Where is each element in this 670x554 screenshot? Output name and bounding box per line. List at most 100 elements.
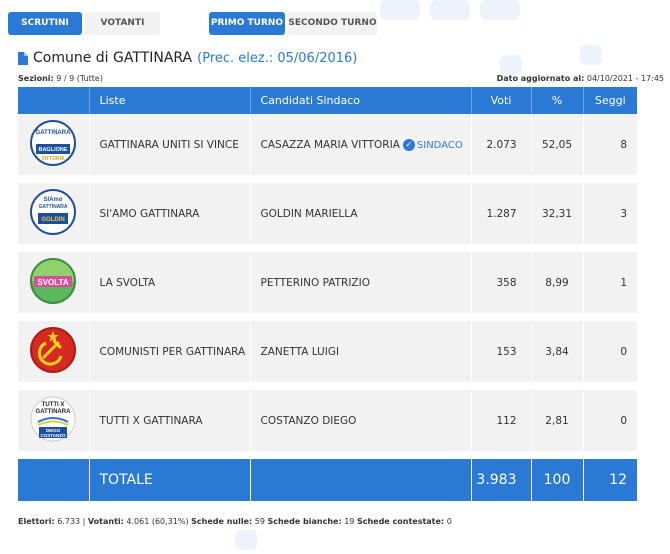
table-row: TUTTI X GATTINARA DIEGO COSTANZO TUTTI X… xyxy=(18,386,637,459)
list-name: LA SVOLTA xyxy=(89,248,251,321)
candidate-cell: ZANETTA LUIGI xyxy=(250,317,472,390)
svg-text:GATTINARA: GATTINARA xyxy=(36,409,72,415)
seats: 0 xyxy=(583,386,637,459)
la-svolta-logo: SVOLTA xyxy=(30,258,77,304)
votes: 1.287 xyxy=(471,179,532,252)
col-liste: Liste xyxy=(89,87,251,114)
list-logo-cell xyxy=(18,317,90,390)
update-info: Dato aggiornato al: 04/10/2021 - 17:45 xyxy=(497,74,664,83)
table-row: COMUNISTI PER GATTINARA ZANETTA LUIGI 15… xyxy=(18,317,637,390)
sections-label: Sezioni: xyxy=(18,74,54,83)
total-votes: 3.983 xyxy=(471,455,532,501)
total-empty-cell xyxy=(18,455,90,501)
percent: 32,31 xyxy=(531,179,584,252)
votes: 112 xyxy=(471,386,532,459)
tab-votanti[interactable]: VOTANTI xyxy=(85,12,160,35)
candidate-cell: PETTERINO PATRIZIO xyxy=(250,248,472,321)
contested-ballots-value: 0 xyxy=(446,517,452,526)
voters-label: Votanti: xyxy=(87,517,124,526)
document-icon xyxy=(18,51,28,65)
gattinara-uniti-logo: GATTINARA BAGLIONE VITTORIA xyxy=(30,120,77,166)
percent: 3,84 xyxy=(531,317,584,390)
seats: 8 xyxy=(583,114,637,183)
candidate-cell: GOLDIN MARIELLA xyxy=(250,179,472,252)
percent: 2,81 xyxy=(531,386,584,459)
background-decoration xyxy=(235,530,257,550)
list-name: SI'AMO GATTINARA xyxy=(89,179,251,252)
seats: 3 xyxy=(583,179,637,252)
col-logo xyxy=(18,87,90,114)
previous-election-link[interactable]: (Prec. elez.: 05/06/2016) xyxy=(197,51,357,66)
electors-label: Elettori: xyxy=(18,517,55,526)
svg-text:SVOLTA: SVOLTA xyxy=(38,278,69,287)
tab-primo-turno[interactable]: PRIMO TURNO xyxy=(209,12,285,35)
tab-bar: SCRUTINI VOTANTI PRIMO TURNO SECONDO TUR… xyxy=(8,12,377,35)
sindaco-badge: SINDACO xyxy=(416,139,463,151)
seats: 1 xyxy=(583,248,637,321)
background-decoration xyxy=(380,0,420,20)
svg-text:COSTANZO: COSTANZO xyxy=(41,433,66,438)
tab-scrutini[interactable]: SCRUTINI xyxy=(8,12,82,35)
svg-text:SIAmo: SIAmo xyxy=(44,197,63,203)
list-logo-cell: GATTINARA BAGLIONE VITTORIA xyxy=(18,114,90,183)
table-row: SIAmo GATTINARA GOLDIN SI'AMO GATTINARA … xyxy=(18,179,637,252)
sections-value: 9 / 9 (Tutte) xyxy=(56,74,103,83)
votes: 2.073 xyxy=(471,114,532,183)
null-ballots-label: Schede nulle: xyxy=(191,517,253,526)
check-icon: ✓ xyxy=(402,138,415,151)
percent: 52,05 xyxy=(531,114,584,183)
contested-ballots-label: Schede contestate: xyxy=(356,517,445,526)
footer-stats: Elettori: 6.733 | Votanti: 4.061 (60,31%… xyxy=(18,517,452,526)
svg-text:TUTTI X: TUTTI X xyxy=(42,402,65,408)
total-label: TOTALE xyxy=(89,455,251,501)
background-decoration xyxy=(500,55,522,75)
votes: 153 xyxy=(471,317,532,390)
candidate-cell: CASAZZA MARIA VITTORIA ✓ SINDACO xyxy=(250,114,472,183)
comunisti-logo xyxy=(30,327,77,373)
results-table: Liste Candidati Sindaco Voti % Seggi GAT… xyxy=(18,87,637,501)
svg-text:GATTINARA: GATTINARA xyxy=(36,130,72,136)
blank-ballots-value: 19 xyxy=(344,517,355,526)
col-percent: % xyxy=(531,87,584,114)
svg-text:GATTINARA: GATTINARA xyxy=(39,204,68,210)
svg-text:BAGLIONE: BAGLIONE xyxy=(39,147,68,153)
list-name: COMUNISTI PER GATTINARA xyxy=(89,317,251,390)
background-decoration xyxy=(430,0,470,20)
tutti-x-gattinara-logo: TUTTI X GATTINARA DIEGO COSTANZO xyxy=(30,396,76,442)
candidate-name: CASAZZA MARIA VITTORIA xyxy=(260,138,400,151)
municipality-name: Comune di GATTINARA xyxy=(33,50,193,66)
candidate-name: COSTANZO DIEGO xyxy=(260,414,357,427)
svg-text:VITTORIA: VITTORIA xyxy=(42,156,66,162)
siamo-gattinara-logo: SIAmo GATTINARA GOLDIN xyxy=(30,189,77,235)
update-value: 04/10/2021 - 17:45 xyxy=(586,74,664,83)
col-candidati: Candidati Sindaco xyxy=(250,87,472,114)
seats: 0 xyxy=(583,317,637,390)
svg-text:GOLDIN: GOLDIN xyxy=(42,217,65,223)
percent: 8,99 xyxy=(531,248,584,321)
table-row: SVOLTA LA SVOLTA PETTERINO PATRIZIO 358 … xyxy=(18,248,637,321)
voters-value: 4.061 (60,31%) xyxy=(126,517,189,526)
list-name: TUTTI X GATTINARA xyxy=(89,386,251,459)
candidate-name: ZANETTA LUIGI xyxy=(260,345,340,358)
table-row: GATTINARA BAGLIONE VITTORIA GATTINARA UN… xyxy=(18,114,637,183)
candidate-name: PETTERINO PATRIZIO xyxy=(260,276,370,289)
table-header: Liste Candidati Sindaco Voti % Seggi xyxy=(18,87,637,114)
candidate-name: GOLDIN MARIELLA xyxy=(260,207,358,220)
blank-ballots-label: Schede bianche: xyxy=(267,517,342,526)
list-logo-cell: TUTTI X GATTINARA DIEGO COSTANZO xyxy=(18,386,90,459)
col-seggi: Seggi xyxy=(583,87,637,114)
total-row: TOTALE 3.983 100 12 xyxy=(18,455,637,501)
list-logo-cell: SIAmo GATTINARA GOLDIN xyxy=(18,179,90,252)
total-percent: 100 xyxy=(531,455,584,501)
tab-secondo-turno[interactable]: SECONDO TURNO xyxy=(288,12,377,35)
update-label: Dato aggiornato al: xyxy=(496,74,585,83)
col-voti: Voti xyxy=(471,87,532,114)
total-empty-cell xyxy=(250,455,472,501)
background-decoration xyxy=(580,45,602,65)
page-title: Comune di GATTINARA (Prec. elez.: 05/06/… xyxy=(18,50,357,66)
sections-info: Sezioni: 9 / 9 (Tutte) xyxy=(18,74,103,83)
votes: 358 xyxy=(471,248,532,321)
list-name: GATTINARA UNITI SI VINCE xyxy=(89,114,251,183)
total-seats: 12 xyxy=(583,455,637,501)
null-ballots-value: 59 xyxy=(254,517,265,526)
